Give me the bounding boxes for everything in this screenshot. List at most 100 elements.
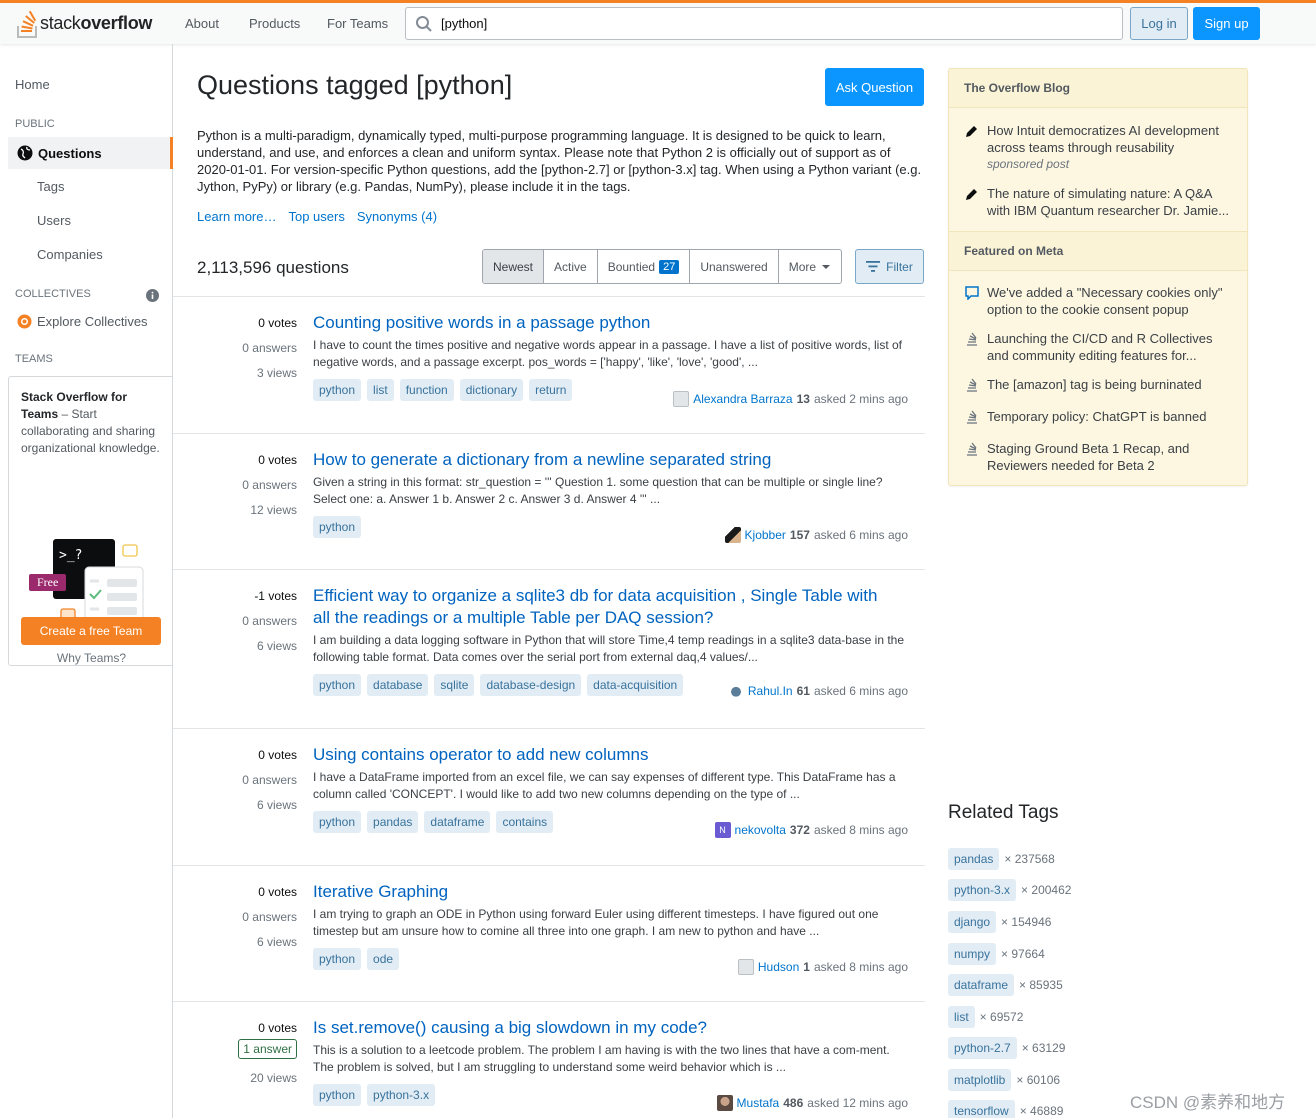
avatar[interactable] [724, 527, 741, 543]
stack-icon [967, 442, 977, 456]
sidebar-item-explore-collectives[interactable]: Explore Collectives [16, 313, 148, 330]
view-count: 6 views [256, 935, 297, 949]
related-tag[interactable]: django [948, 911, 997, 933]
avatar[interactable] [673, 391, 690, 407]
tag-database[interactable]: database [367, 674, 429, 696]
tag-python[interactable]: python [313, 379, 362, 401]
learn-more-link[interactable]: Learn more… [197, 209, 276, 224]
stackoverflow-logo[interactable]: stackoverflow [16, 7, 152, 39]
asked-time[interactable]: asked 2 mins ago [814, 392, 908, 406]
meta-item[interactable]: Staging Ground Beta 1 Recap, and Reviewe… [965, 440, 1235, 474]
sidebar-item-tags[interactable]: Tags [37, 179, 64, 194]
create-team-button[interactable]: Create a free Team [21, 617, 161, 645]
avatar[interactable] [727, 683, 744, 699]
question-title[interactable]: Counting positive words in a passage pyt… [313, 312, 913, 334]
avatar[interactable]: N [714, 822, 731, 838]
related-tag-row: dataframe × 85935 [948, 974, 1063, 996]
user-link[interactable]: Rahul.In [748, 684, 793, 698]
tag-return[interactable]: return [529, 379, 573, 401]
nav-for-teams[interactable]: For Teams [327, 3, 388, 44]
question-title[interactable]: Iterative Graphing [313, 881, 913, 903]
tag-python[interactable]: python [313, 1084, 362, 1106]
synonyms-link[interactable]: Synonyms (4) [357, 209, 437, 224]
blog-item[interactable]: The nature of simulating nature: A Q&A w… [965, 185, 1235, 219]
tab-bountied[interactable]: Bountied 27 [598, 250, 691, 283]
meta-item[interactable]: Temporary policy: ChatGPT is banned [965, 408, 1235, 425]
related-tag-count: × 97664 [1001, 947, 1045, 961]
tab-newest[interactable]: Newest [483, 250, 545, 283]
related-tag[interactable]: pandas [948, 848, 1000, 870]
user-link[interactable]: nekovolta [735, 823, 786, 837]
blog-item[interactable]: How Intuit democratizes AI development a… [965, 122, 1235, 173]
signup-button[interactable]: Sign up [1193, 7, 1260, 40]
avatar[interactable] [737, 959, 754, 975]
avatar[interactable] [716, 1095, 733, 1111]
tag-links: Learn more… Top users Synonyms (4) [197, 209, 437, 224]
login-button[interactable]: Log in [1130, 7, 1188, 40]
why-teams-link[interactable]: Why Teams? [9, 651, 174, 665]
tag-python[interactable]: python [313, 674, 362, 696]
stack-icon [967, 378, 977, 392]
related-tag[interactable]: python-2.7 [948, 1037, 1017, 1059]
vote-count: 0 votes [258, 453, 297, 467]
tag-python-3x[interactable]: python-3.x [367, 1084, 436, 1106]
asked-time[interactable]: asked 6 mins ago [814, 528, 908, 542]
tag-ode[interactable]: ode [367, 948, 400, 970]
sidebar-item-home[interactable]: Home [15, 77, 50, 92]
related-tag[interactable]: numpy [948, 943, 997, 965]
tag-contains[interactable]: contains [496, 811, 554, 833]
question-title[interactable]: Is set.remove() causing a big slowdown i… [313, 1017, 913, 1039]
filter-button[interactable]: Filter [855, 249, 924, 284]
tag-dictionary[interactable]: dictionary [459, 379, 524, 401]
tag-data-acquisition[interactable]: data-acquisition [587, 674, 684, 696]
related-tag[interactable]: list [948, 1006, 975, 1028]
question-title[interactable]: Using contains operator to add new colum… [313, 744, 913, 766]
question-title[interactable]: Efficient way to organize a sqlite3 db f… [313, 585, 893, 629]
meta-item[interactable]: We've added a "Necessary cookies only" o… [965, 284, 1235, 318]
tab-unanswered[interactable]: Unanswered [690, 250, 779, 283]
tag-dataframe[interactable]: dataframe [424, 811, 491, 833]
user-link[interactable]: Hudson [758, 960, 799, 974]
related-tag[interactable]: python-3.x [948, 879, 1017, 901]
meta-item[interactable]: The [amazon] tag is being burninated [965, 376, 1235, 393]
tag-sqlite[interactable]: sqlite [434, 674, 475, 696]
ask-question-button[interactable]: Ask Question [825, 68, 924, 106]
sidebar-item-questions[interactable]: Questions [8, 137, 173, 169]
view-count: 6 views [256, 798, 297, 812]
related-tag[interactable]: tensorflow [948, 1100, 1015, 1118]
question-title[interactable]: How to generate a dictionary from a newl… [313, 449, 913, 471]
tag-pandas[interactable]: pandas [367, 811, 419, 833]
asked-time[interactable]: asked 8 mins ago [814, 960, 908, 974]
related-tag[interactable]: dataframe [948, 974, 1015, 996]
question-excerpt: I am building a data logging software in… [313, 633, 905, 664]
tag-python[interactable]: python [313, 516, 362, 538]
asked-time[interactable]: asked 8 mins ago [814, 823, 908, 837]
user-reputation: 157 [789, 528, 810, 542]
asked-time[interactable]: asked 6 mins ago [814, 684, 908, 698]
tag-list[interactable]: list [367, 379, 394, 401]
tag-function[interactable]: function [399, 379, 454, 401]
tab-active[interactable]: Active [544, 250, 598, 283]
svg-text:>_?: >_? [59, 548, 82, 563]
nav-products[interactable]: Products [249, 3, 300, 44]
question-excerpt: I have a DataFrame imported from an exce… [313, 770, 896, 801]
related-tag[interactable]: matplotlib [948, 1069, 1012, 1091]
top-users-link[interactable]: Top users [288, 209, 344, 224]
sidebar-item-users[interactable]: Users [37, 213, 71, 228]
vote-count: 0 votes [258, 316, 297, 330]
user-link[interactable]: Mustafa [737, 1096, 780, 1110]
meta-item-text: Temporary policy: ChatGPT is banned [987, 409, 1207, 424]
tag-python[interactable]: python [313, 811, 362, 833]
nav-about[interactable]: About [185, 3, 219, 44]
chevron-down-icon [822, 264, 831, 269]
search-input[interactable]: [python] [405, 7, 1123, 40]
asked-time[interactable]: asked 12 mins ago [807, 1096, 908, 1110]
info-icon[interactable] [146, 289, 159, 302]
user-link[interactable]: Alexandra Barraza [693, 392, 792, 406]
sidebar-item-companies[interactable]: Companies [37, 247, 103, 262]
user-link[interactable]: Kjobber [745, 528, 786, 542]
tag-database-design[interactable]: database-design [480, 674, 582, 696]
tab-more[interactable]: More [779, 250, 841, 283]
tag-python[interactable]: python [313, 948, 362, 970]
meta-item[interactable]: Launching the CI/CD and R Collectives an… [965, 330, 1235, 364]
